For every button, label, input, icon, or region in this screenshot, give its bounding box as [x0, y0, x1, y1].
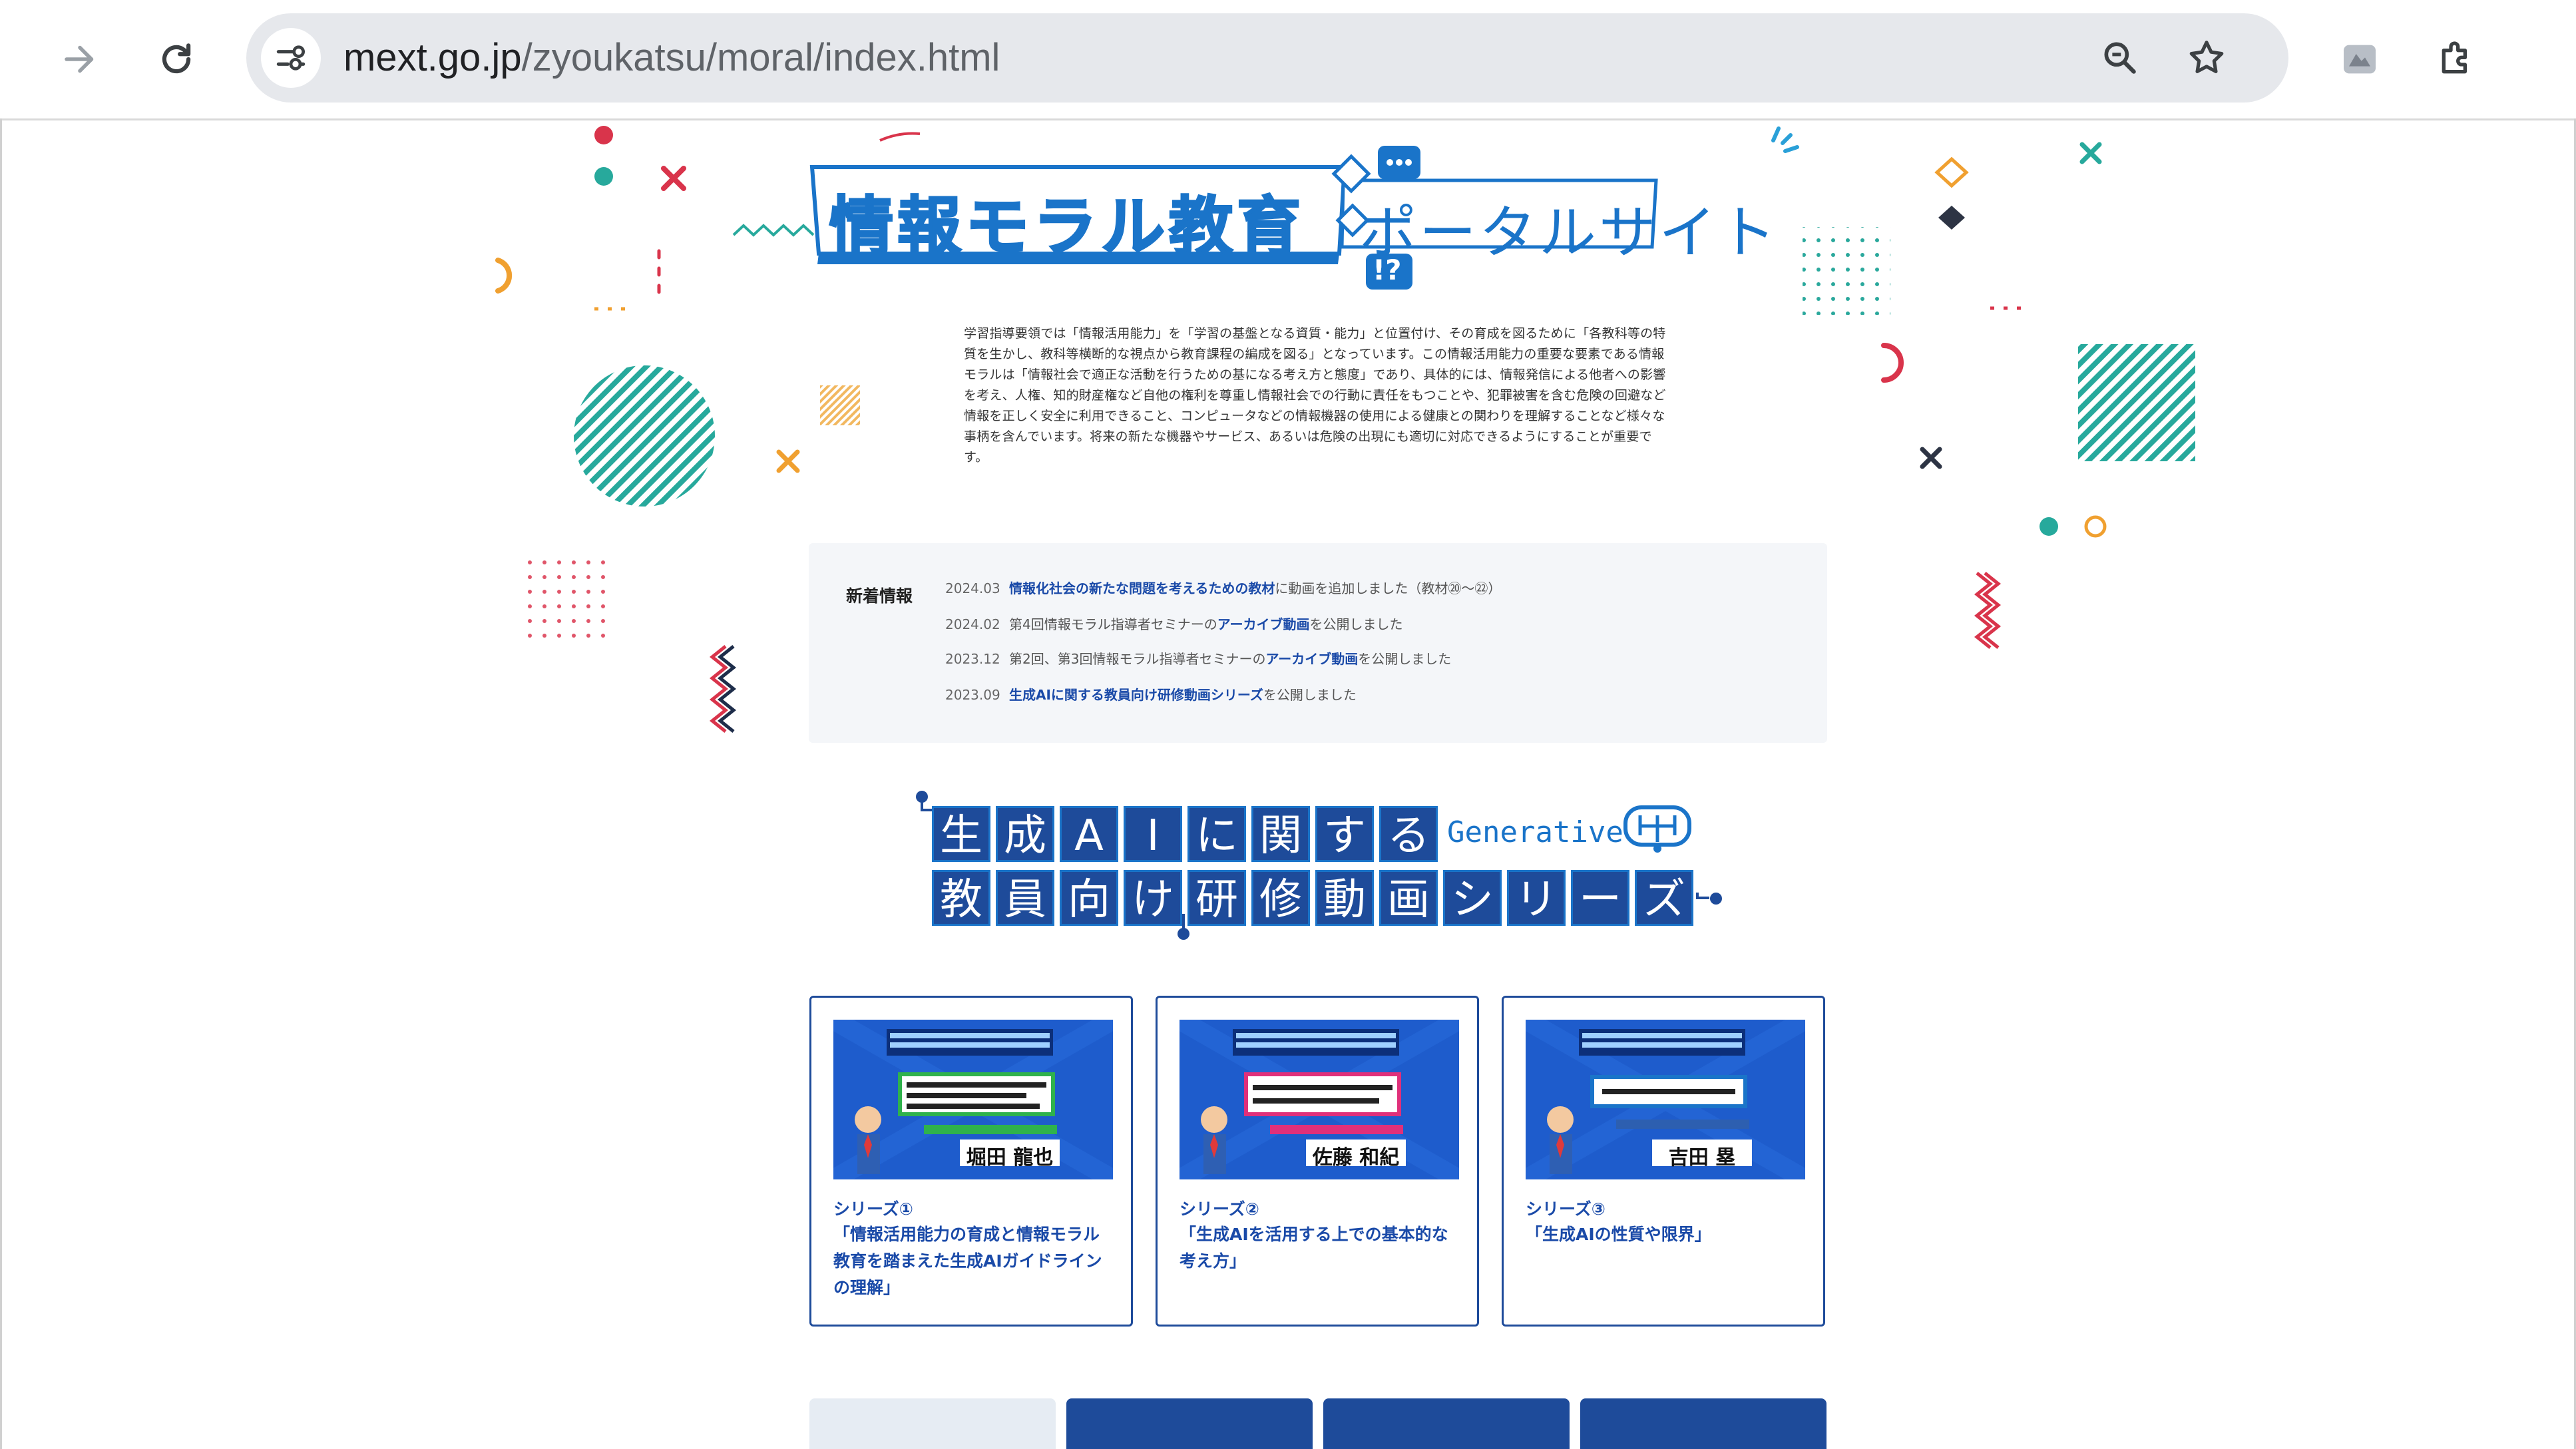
series-thumbnail: 佐藤 和紀: [1180, 1020, 1459, 1179]
site-info-icon[interactable]: [261, 28, 321, 88]
url-host: mext.go.jp: [343, 36, 522, 79]
genai-title-char: に: [1187, 806, 1246, 862]
genai-title-char: シ: [1443, 870, 1502, 926]
news-date: 2023.09: [945, 687, 1000, 703]
series-title: 「生成AIを活用する上での基本的な考え方」: [1180, 1225, 1448, 1271]
news-link[interactable]: アーカイブ動画: [1217, 616, 1310, 632]
browser-toolbar: mext.go.jp/zyoukatsu/moral/index.html: [0, 0, 2576, 120]
title-sub: ポータルサイト: [1359, 200, 1779, 266]
genai-title-char: I: [1124, 806, 1182, 862]
extensions-icon[interactable]: [2426, 29, 2486, 89]
bookmark-star-icon[interactable]: [2177, 28, 2237, 88]
thumbnail-caption: 堀田 龍也: [966, 1146, 1054, 1169]
news-date: 2024.02: [945, 616, 1000, 632]
news-section: 新着情報 2024.03 情報化社会の新たな問題を考えるための教材に動画を追加しま…: [809, 543, 1827, 743]
thumbnail-caption: 吉田 塁: [1668, 1146, 1736, 1169]
news-heading: 新着情報: [846, 586, 913, 606]
title-badge: !?: [1373, 254, 1402, 286]
genai-title-char: 関: [1251, 806, 1310, 862]
genai-title-char: 研: [1187, 870, 1246, 926]
series-label: シリーズ③: [1526, 1199, 1606, 1219]
series-label: シリーズ②: [1180, 1199, 1259, 1219]
series-card-1[interactable]: 堀田 龍也 シリーズ① 「情報活用能力の育成と情報モラル教育を踏まえた生成AIガ…: [809, 996, 1133, 1327]
news-date: 2024.03: [945, 580, 1000, 596]
bottom-tab-4[interactable]: [1580, 1398, 1826, 1449]
genai-title-row1: 生成AIに関する: [932, 806, 1443, 862]
reload-icon[interactable]: [146, 29, 206, 89]
genai-title-char: 修: [1251, 870, 1310, 926]
series-label: シリーズ①: [833, 1199, 913, 1219]
news-item: 2023.09 生成AIに関する教員向け研修動画シリーズを公開しました: [945, 684, 1357, 704]
bottom-tab-2[interactable]: [1066, 1398, 1313, 1449]
url-path: /zyoukatsu/moral/index.html: [521, 36, 1000, 79]
bottom-tab-1[interactable]: [809, 1398, 1056, 1449]
news-link[interactable]: アーカイブ動画: [1265, 651, 1358, 667]
genai-title-char: 教: [932, 870, 990, 926]
series-title: 「情報活用能力の育成と情報モラル教育を踏まえた生成AIガイドラインの理解」: [833, 1225, 1102, 1297]
bottom-tab-3[interactable]: [1323, 1398, 1570, 1449]
news-text: に動画を追加しました（教材⑳〜㉒）: [1275, 580, 1502, 596]
series-thumbnail: 吉田 塁: [1526, 1020, 1805, 1179]
genai-title-char: 向: [1060, 870, 1118, 926]
series-card-3[interactable]: 吉田 塁 シリーズ③ 「生成AIの性質や限界」: [1502, 996, 1825, 1327]
news-pre: 第4回情報モラル指導者セミナーの: [1009, 616, 1217, 632]
genai-title-char: 生: [932, 806, 990, 862]
series-card-2[interactable]: 佐藤 和紀 シリーズ② 「生成AIを活用する上での基本的な考え方」: [1156, 996, 1479, 1327]
genai-title-char: す: [1315, 806, 1374, 862]
news-item: 2024.02 第4回情報モラル指導者セミナーのアーカイブ動画を公開しました: [945, 614, 1403, 633]
news-text: を公開しました: [1263, 687, 1357, 703]
genai-title-char: ズ: [1635, 870, 1693, 926]
news-link[interactable]: 生成AIに関する教員向け研修動画シリーズ: [1009, 687, 1263, 703]
genai-title-char: リ: [1507, 870, 1566, 926]
series-title: 「生成AIの性質や限界」: [1526, 1225, 1711, 1244]
series-thumbnail: 堀田 龍也: [833, 1020, 1113, 1179]
title-main: 情報モラル教育: [829, 189, 1305, 266]
thumbnail-caption: 佐藤 和紀: [1312, 1146, 1400, 1169]
genai-title-char: 画: [1379, 870, 1438, 926]
extension-avatar-icon[interactable]: [2330, 29, 2390, 89]
genai-title-char: A: [1060, 806, 1118, 862]
url-text[interactable]: mext.go.jp/zyoukatsu/moral/index.html: [343, 33, 1000, 83]
forward-icon[interactable]: [50, 29, 110, 89]
genai-title-char: 成: [996, 806, 1054, 862]
news-text: を公開しました: [1358, 651, 1452, 667]
genai-series-banner[interactable]: 生成AIに関する 教員向け研修動画シリーズ Generative AI: [912, 786, 1731, 946]
news-text: を公開しました: [1309, 616, 1403, 632]
genai-title-char: 員: [996, 870, 1054, 926]
address-bar[interactable]: mext.go.jp/zyoukatsu/moral/index.html: [246, 13, 2288, 103]
news-pre: 第2回、第3回情報モラル指導者セミナーの: [1009, 651, 1266, 667]
brain-chip-icon: [1620, 802, 1695, 855]
genai-title-char: る: [1379, 806, 1438, 862]
page-content: 情報モラル教育 ポータルサイト !? 学習指導要領では「情報活用能力」を「学習の…: [0, 120, 2576, 1449]
news-item: 2024.03 情報化社会の新たな問題を考えるための教材に動画を追加しました（教材…: [945, 578, 1501, 597]
genai-title-char: け: [1124, 870, 1182, 926]
zoom-icon[interactable]: [2090, 28, 2150, 88]
site-title-logo[interactable]: 情報モラル教育 ポータルサイト !?: [805, 134, 1797, 300]
genai-title-row2: 教員向け研修動画シリーズ: [932, 870, 1699, 926]
genai-title-char: ー: [1571, 870, 1629, 926]
news-link[interactable]: 情報化社会の新たな問題を考えるための教材: [1009, 580, 1275, 596]
genai-title-char: 動: [1315, 870, 1374, 926]
news-item: 2023.12 第2回、第3回情報モラル指導者セミナーのアーカイブ動画を公開しまし…: [945, 648, 1451, 668]
news-date: 2023.12: [945, 651, 1000, 667]
intro-text: 学習指導要領では「情報活用能力」を「学習の基盤となる資質・能力」と位置付け、その…: [964, 326, 1666, 465]
